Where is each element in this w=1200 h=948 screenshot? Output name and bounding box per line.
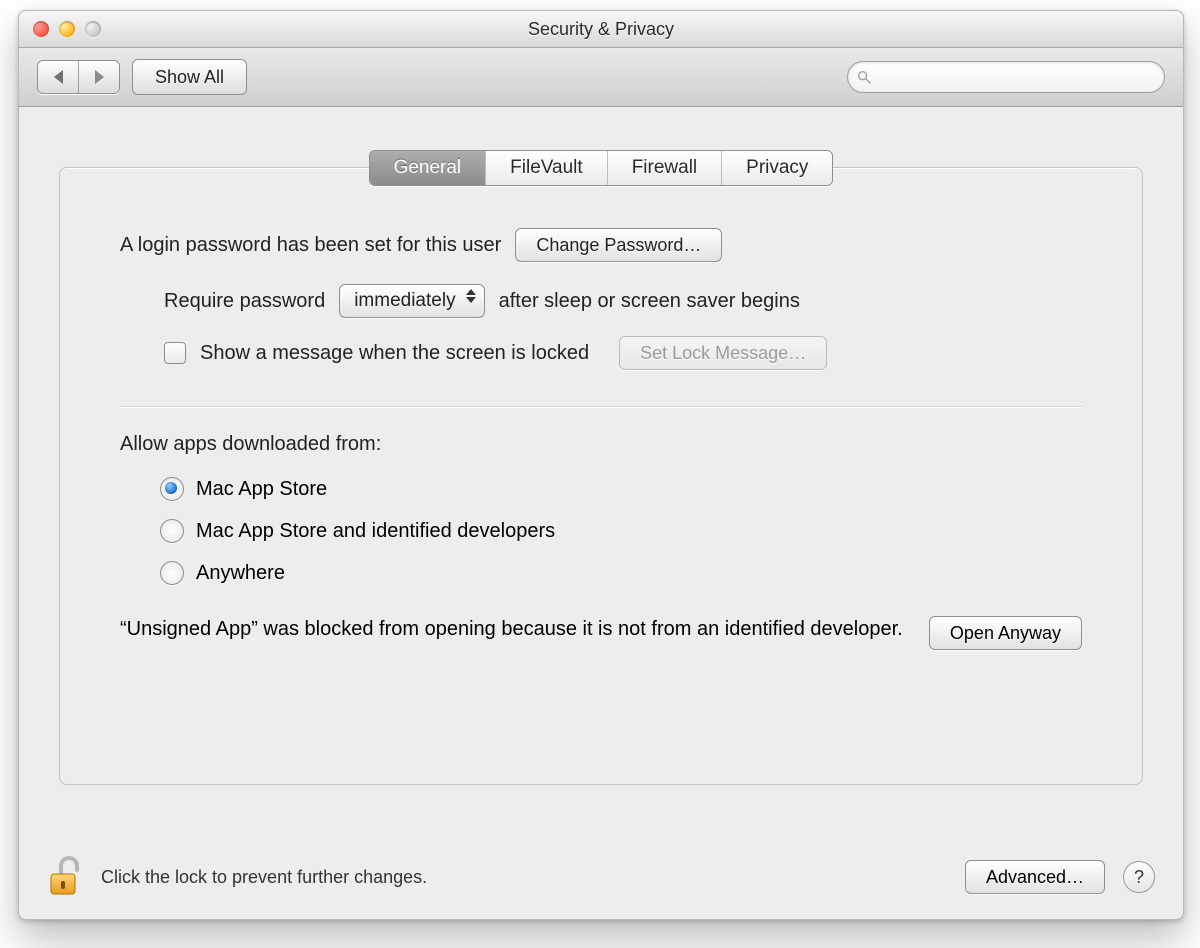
show-lock-message-label: Show a message when the screen is locked bbox=[200, 342, 589, 365]
show-all-label: Show All bbox=[155, 67, 224, 88]
gatekeeper-heading: Allow apps downloaded from: bbox=[120, 433, 381, 456]
titlebar: Security & Privacy bbox=[19, 11, 1183, 48]
set-lock-message-button[interactable]: Set Lock Message… bbox=[619, 336, 827, 370]
search-field[interactable] bbox=[847, 61, 1165, 93]
tab-firewall[interactable]: Firewall bbox=[608, 151, 722, 185]
zoom-window-button[interactable] bbox=[85, 21, 101, 37]
back-button[interactable] bbox=[38, 61, 79, 93]
gatekeeper-radio-app-store[interactable] bbox=[160, 477, 184, 501]
require-password-label-pre: Require password bbox=[164, 290, 325, 313]
help-icon: ? bbox=[1134, 867, 1144, 888]
gatekeeper-radio-label: Mac App Store and identified developers bbox=[196, 520, 555, 543]
close-window-button[interactable] bbox=[33, 21, 49, 37]
nav-back-forward bbox=[37, 60, 120, 94]
show-lock-message-checkbox[interactable] bbox=[164, 342, 186, 364]
lock-hint-text: Click the lock to prevent further change… bbox=[101, 867, 427, 888]
change-password-button[interactable]: Change Password… bbox=[515, 228, 722, 262]
settings-panel: General FileVault Firewall Privacy A log… bbox=[59, 167, 1143, 785]
chevron-right-icon bbox=[95, 70, 104, 84]
minimize-window-button[interactable] bbox=[59, 21, 75, 37]
require-password-delay-value: immediately bbox=[354, 290, 455, 312]
help-button[interactable]: ? bbox=[1123, 861, 1155, 893]
lock-icon[interactable] bbox=[47, 854, 83, 901]
chevron-left-icon bbox=[54, 70, 63, 84]
toolbar: Show All bbox=[19, 48, 1183, 107]
search-input[interactable] bbox=[878, 68, 1156, 87]
content-area: General FileVault Firewall Privacy A log… bbox=[19, 107, 1183, 875]
tab-filevault[interactable]: FileVault bbox=[486, 151, 608, 185]
tab-privacy[interactable]: Privacy bbox=[722, 151, 832, 185]
gatekeeper-radio-label: Anywhere bbox=[196, 562, 285, 585]
require-password-label-post: after sleep or screen saver begins bbox=[499, 290, 800, 313]
window-controls bbox=[33, 21, 101, 37]
tab-bar: General FileVault Firewall Privacy bbox=[60, 150, 1142, 186]
search-icon bbox=[856, 69, 872, 85]
footer: Click the lock to prevent further change… bbox=[19, 835, 1183, 919]
forward-button[interactable] bbox=[79, 61, 119, 93]
require-password-delay-popup[interactable]: immediately bbox=[339, 284, 484, 318]
blocked-app-message: “Unsigned App” was blocked from opening … bbox=[120, 616, 909, 643]
show-all-button[interactable]: Show All bbox=[132, 59, 247, 95]
tab-general[interactable]: General bbox=[370, 151, 487, 185]
gatekeeper-radio-label: Mac App Store bbox=[196, 478, 327, 501]
gatekeeper-radio-anywhere[interactable] bbox=[160, 561, 184, 585]
preferences-window: Security & Privacy Show All bbox=[18, 10, 1184, 920]
gatekeeper-radio-identified-devs[interactable] bbox=[160, 519, 184, 543]
window-title: Security & Privacy bbox=[528, 19, 674, 40]
advanced-button[interactable]: Advanced… bbox=[965, 860, 1105, 894]
section-divider bbox=[120, 406, 1082, 407]
gatekeeper-options: Mac App Store Mac App Store and identifi… bbox=[160, 468, 1082, 594]
login-password-status: A login password has been set for this u… bbox=[120, 234, 501, 257]
popup-arrows-icon bbox=[466, 289, 476, 303]
open-anyway-button[interactable]: Open Anyway bbox=[929, 616, 1082, 650]
